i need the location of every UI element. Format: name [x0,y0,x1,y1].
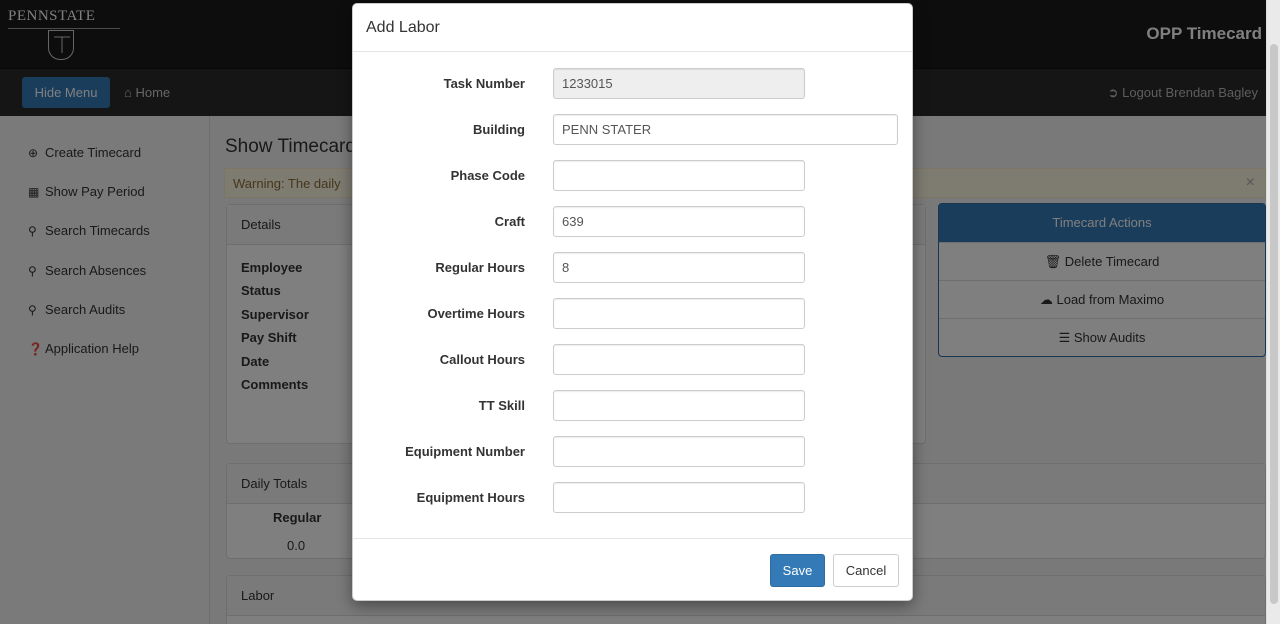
craft-field[interactable] [553,206,805,237]
overtime-hours-label: Overtime Hours [427,306,525,321]
phase-code-field[interactable] [553,160,805,191]
cancel-button[interactable]: Cancel [833,554,899,587]
equipment-hours-field[interactable] [553,482,805,513]
tt-skill-field[interactable] [553,390,805,421]
building-field[interactable] [553,114,898,145]
callout-hours-label: Callout Hours [439,352,525,367]
craft-label: Craft [494,214,525,229]
regular-hours-field[interactable] [553,252,805,283]
task-number-label: Task Number [443,76,525,91]
page-scrollbar[interactable] [1266,0,1280,624]
equipment-number-field[interactable] [553,436,805,467]
add-labor-modal: Add Labor Task Number Building Phase Cod… [352,3,913,601]
modal-footer: Save Cancel [353,538,912,600]
building-label: Building [473,122,525,137]
scrollbar-thumb[interactable] [1270,44,1278,604]
modal-title: Add Labor [353,4,912,52]
tt-skill-label: TT Skill [478,398,525,413]
save-button[interactable]: Save [770,554,825,587]
equipment-number-label: Equipment Number [405,444,525,459]
callout-hours-field[interactable] [553,344,805,375]
equipment-hours-label: Equipment Hours [416,490,525,505]
overtime-hours-field[interactable] [553,298,805,329]
regular-hours-label: Regular Hours [435,260,525,275]
phase-code-label: Phase Code [450,168,525,183]
task-number-field[interactable] [553,68,805,99]
